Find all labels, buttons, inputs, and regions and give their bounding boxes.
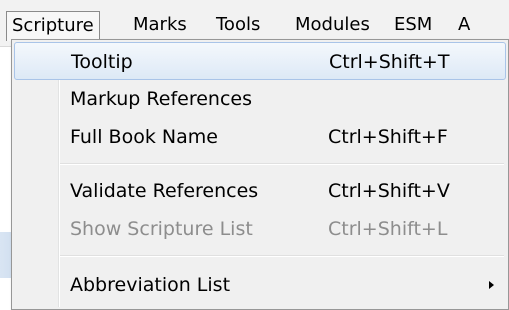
menu-modules[interactable]: Modules — [290, 11, 375, 39]
menu-item-validate-references[interactable]: Validate References Ctrl+Shift+V — [14, 172, 506, 210]
menu-item-label: Tooltip — [71, 51, 133, 73]
menu-tools[interactable]: Tools — [211, 11, 265, 39]
menu-marks[interactable]: Marks — [128, 11, 192, 39]
menu-item-abbreviation-list[interactable]: Abbreviation List — [14, 266, 506, 304]
scripture-dropdown-menu: Tooltip Ctrl+Shift+T Markup References F… — [11, 39, 509, 310]
menu-esm[interactable]: ESM — [389, 11, 437, 39]
menu-item-label: Show Scripture List — [70, 218, 253, 240]
menu-item-label: Full Book Name — [70, 126, 218, 148]
menu-item-tooltip[interactable]: Tooltip Ctrl+Shift+T — [14, 42, 506, 80]
menu-item-full-book-name[interactable]: Full Book Name Ctrl+Shift+F — [14, 118, 506, 156]
submenu-arrow-icon — [489, 281, 494, 289]
menu-item-show-scripture-list: Show Scripture List Ctrl+Shift+L — [14, 210, 506, 248]
menu-separator — [60, 255, 504, 257]
menu-scripture[interactable]: Scripture — [6, 11, 100, 41]
menu-item-markup-references[interactable]: Markup References — [14, 80, 506, 118]
menu-item-label: Abbreviation List — [70, 274, 231, 296]
menu-a[interactable]: A — [453, 11, 475, 39]
menu-item-label: Markup References — [70, 88, 252, 110]
menu-item-label: Validate References — [70, 180, 259, 202]
menu-separator — [60, 163, 504, 165]
menu-item-shortcut: Ctrl+Shift+T — [329, 51, 450, 73]
menu-item-shortcut: Ctrl+Shift+V — [328, 180, 450, 202]
menu-item-shortcut: Ctrl+Shift+L — [328, 218, 448, 240]
menu-item-shortcut: Ctrl+Shift+F — [328, 126, 448, 148]
